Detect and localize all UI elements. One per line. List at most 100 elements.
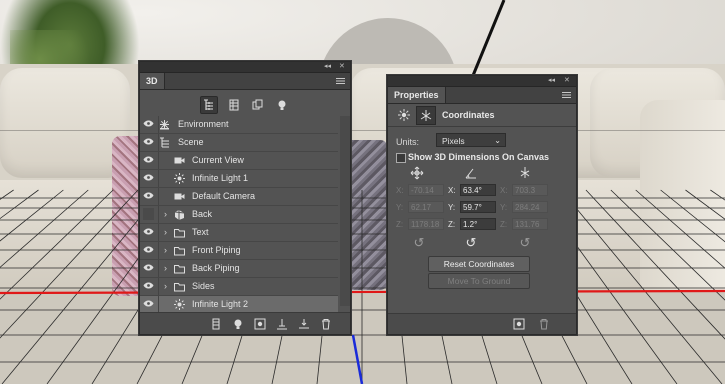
visibility-toggle[interactable]: [140, 260, 159, 277]
scale-x-field[interactable]: 703.3: [512, 184, 548, 196]
scrollbar[interactable]: [340, 116, 350, 306]
show-3d-dimensions-checkbox[interactable]: [396, 153, 406, 163]
visibility-toggle[interactable]: [140, 188, 159, 205]
rotation-y-field[interactable]: 59.7°: [460, 201, 496, 213]
layer-row[interactable]: Infinite Light 1: [140, 170, 338, 188]
material-filter-icon[interactable]: [250, 97, 266, 113]
tab-3d[interactable]: 3D: [140, 73, 165, 89]
layer-label: Back: [192, 209, 213, 219]
trash-icon[interactable]: [320, 318, 332, 330]
chevron-right-icon[interactable]: ›: [164, 206, 167, 223]
chevron-right-icon[interactable]: ›: [164, 260, 167, 277]
layer-row[interactable]: Scene: [140, 134, 338, 152]
collapse-icon[interactable]: ◂◂: [548, 76, 555, 84]
scale-x-label: X:: [500, 186, 508, 195]
new-mesh-icon[interactable]: [210, 318, 222, 330]
layer-row[interactable]: › Back Piping: [140, 260, 338, 278]
position-y-field[interactable]: 62.17: [408, 201, 444, 213]
position-z-field[interactable]: 1178.18: [408, 218, 444, 230]
close-icon[interactable]: ✕: [339, 62, 345, 70]
visibility-toggle[interactable]: [140, 224, 159, 241]
panel-footer: [388, 313, 576, 334]
eye-icon[interactable]: [143, 156, 154, 163]
visibility-toggle[interactable]: [140, 242, 159, 259]
reset-coordinates-button[interactable]: Reset Coordinates: [428, 256, 530, 272]
tab-bar: Properties: [388, 87, 576, 104]
rotation-z-field[interactable]: 1.2°: [460, 218, 496, 230]
layer-row[interactable]: Environment: [140, 116, 338, 134]
visibility-toggle[interactable]: [140, 278, 159, 295]
eye-icon[interactable]: [143, 300, 154, 307]
scene-filter-icon[interactable]: [200, 96, 218, 114]
camera-icon: [174, 191, 185, 202]
eye-icon[interactable]: [143, 120, 154, 127]
panel-menu-icon[interactable]: [562, 92, 571, 98]
position-z-label: Z:: [396, 220, 404, 229]
scale-z-field[interactable]: 131.76: [512, 218, 548, 230]
tab-properties[interactable]: Properties: [388, 87, 446, 103]
rotation-x-field[interactable]: 63.4°: [460, 184, 496, 196]
eye-icon[interactable]: [143, 246, 154, 253]
eye-icon[interactable]: [143, 228, 154, 235]
layer-label: Environment: [178, 119, 229, 129]
position-x-field[interactable]: -70.14: [408, 184, 444, 196]
eye-icon[interactable]: [143, 138, 154, 145]
properties-header: Coordinates: [388, 104, 576, 127]
layer-row[interactable]: › Back: [140, 206, 338, 224]
close-icon[interactable]: ✕: [564, 76, 570, 84]
scale-y-field[interactable]: 284.24: [512, 201, 548, 213]
folder-icon: [174, 263, 185, 274]
folder-icon: [174, 281, 185, 292]
visibility-toggle[interactable]: [140, 116, 159, 133]
layer-row[interactable]: › Front Piping: [140, 242, 338, 260]
eye-icon[interactable]: [143, 282, 154, 289]
visibility-toggle[interactable]: [140, 206, 159, 223]
layer-row[interactable]: › Text: [140, 224, 338, 242]
reset-position-icon[interactable]: ↺: [412, 236, 426, 250]
visibility-toggle[interactable]: [140, 170, 159, 187]
position-x-label: X:: [396, 186, 404, 195]
layer-label: Front Piping: [192, 245, 241, 255]
layer-row[interactable]: Default Camera: [140, 188, 338, 206]
tab-bar: 3D: [140, 73, 350, 90]
eye-hidden-box[interactable]: [143, 208, 154, 220]
coordinates-tab-icon[interactable]: [416, 106, 436, 125]
eye-icon[interactable]: [143, 264, 154, 271]
scene-icon: [159, 137, 170, 148]
units-select[interactable]: Pixels ⌄: [436, 133, 506, 147]
layer-label: Sides: [192, 281, 215, 291]
chevron-right-icon[interactable]: ›: [164, 224, 167, 241]
collapse-icon[interactable]: ◂◂: [324, 62, 331, 70]
x-axis-line: [0, 289, 725, 295]
ground-icon[interactable]: [276, 318, 288, 330]
render-icon[interactable]: [513, 318, 525, 332]
visibility-toggle[interactable]: [140, 152, 159, 169]
eye-icon[interactable]: [143, 192, 154, 199]
panel-titlebar[interactable]: ◂◂ ✕: [140, 62, 350, 73]
units-row: Units: Pixels ⌄: [396, 133, 506, 147]
chevron-right-icon[interactable]: ›: [164, 278, 167, 295]
new-light-icon[interactable]: [232, 318, 244, 330]
drop-to-plane-icon[interactable]: [298, 318, 310, 330]
render-icon[interactable]: [254, 318, 266, 330]
rotation-z-label: Z:: [448, 220, 456, 229]
mesh-filter-icon[interactable]: [226, 97, 242, 113]
rotation-y-label: Y:: [448, 203, 456, 212]
chevron-right-icon[interactable]: ›: [164, 242, 167, 259]
units-label: Units:: [396, 137, 420, 147]
panel-titlebar[interactable]: ◂◂ ✕: [388, 76, 576, 87]
canvas-scene[interactable]: [0, 0, 725, 384]
visibility-toggle[interactable]: [140, 296, 159, 313]
panel-menu-icon[interactable]: [336, 78, 345, 84]
move-to-ground-button[interactable]: Move To Ground: [428, 273, 530, 289]
eye-icon[interactable]: [143, 174, 154, 181]
visibility-toggle[interactable]: [140, 134, 159, 151]
reset-rotation-icon[interactable]: ↺: [464, 236, 478, 250]
reset-scale-icon[interactable]: ↺: [518, 236, 532, 250]
layer-row[interactable]: › Sides: [140, 278, 338, 296]
trash-icon[interactable]: [538, 318, 550, 332]
layer-row[interactable]: Current View: [140, 152, 338, 170]
light-filter-icon[interactable]: [274, 97, 290, 113]
scale-z-label: Z:: [500, 220, 508, 229]
infinite-light-icon[interactable]: [398, 109, 410, 123]
